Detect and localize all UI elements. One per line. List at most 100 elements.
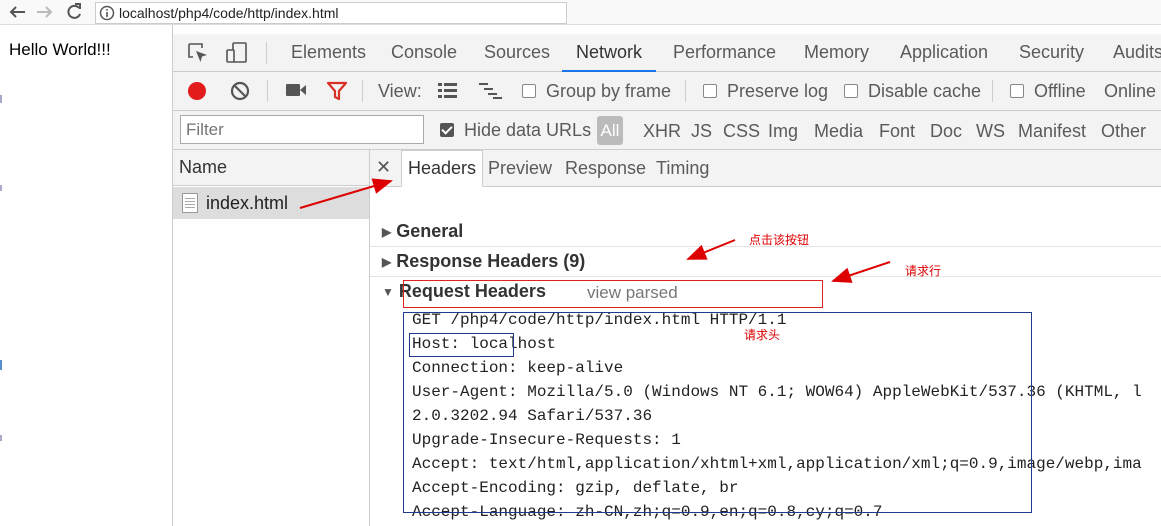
section-divider — [370, 276, 1161, 277]
connection-highlight — [409, 333, 514, 357]
filter-funnel-icon — [326, 81, 348, 101]
throttling-select[interactable]: Online — [1104, 79, 1156, 103]
tab-timing[interactable]: Timing — [656, 150, 709, 186]
name-column-header[interactable]: Name — [173, 150, 369, 186]
filter-type-img[interactable]: Img — [768, 119, 798, 143]
filter-type-font[interactable]: Font — [879, 119, 915, 143]
edge-marker — [0, 435, 2, 441]
tab-security[interactable]: Security — [1019, 34, 1084, 71]
hide-data-urls-label: Hide data URLs — [464, 119, 592, 140]
tab-separator — [266, 42, 267, 64]
waterfall-button[interactable] — [478, 81, 504, 101]
detail-tab-bar: ✕ Headers Preview Response Timing — [370, 150, 1161, 187]
forward-button[interactable] — [34, 2, 56, 22]
group-by-frame-toggle[interactable]: Group by frame — [522, 79, 671, 103]
filter-button[interactable] — [326, 80, 348, 102]
inspect-cursor-icon — [188, 42, 207, 62]
page-viewport: Hello World!!! — [0, 25, 173, 526]
toolbar-separator — [685, 80, 686, 102]
tab-console[interactable]: Console — [391, 34, 457, 71]
view-label: View: — [378, 80, 422, 101]
disable-cache-label: Disable cache — [868, 80, 982, 101]
request-name: index.html — [206, 192, 289, 213]
screenshot-button[interactable] — [285, 82, 307, 98]
address-bar[interactable]: localhost/php4/code/http/index.html — [95, 2, 567, 24]
tab-memory[interactable]: Memory — [804, 34, 869, 71]
request-list: Name index.html — [173, 150, 370, 526]
disable-cache-checkbox[interactable] — [844, 84, 858, 98]
annotation-request-header: 请求头 — [744, 328, 781, 342]
inspect-element-button[interactable] — [187, 34, 209, 71]
tab-performance[interactable]: Performance — [673, 34, 776, 71]
response-headers-toggle[interactable]: ▶ Response Headers (9) — [382, 251, 585, 272]
group-by-frame-label: Group by frame — [546, 80, 672, 101]
hide-data-urls-checkbox[interactable] — [440, 123, 454, 137]
filter-type-xhr[interactable]: XHR — [643, 119, 681, 143]
tab-sources[interactable]: Sources — [484, 34, 550, 71]
tab-response[interactable]: Response — [565, 150, 646, 186]
request-line-highlight — [403, 280, 823, 308]
device-mode-icon — [226, 41, 247, 63]
tab-elements[interactable]: Elements — [291, 34, 366, 71]
back-arrow-icon — [9, 6, 25, 18]
back-button[interactable] — [6, 2, 28, 22]
filter-bar: Hide data URLs All XHR JS CSS Img Media … — [173, 111, 1161, 150]
toolbar-separator — [267, 80, 268, 102]
reload-button[interactable] — [63, 2, 85, 22]
list-view-icon — [438, 83, 457, 98]
device-toolbar-button[interactable] — [225, 34, 249, 71]
tab-application[interactable]: Application — [900, 34, 988, 71]
large-rows-button[interactable] — [437, 81, 459, 101]
edge-marker — [0, 185, 2, 191]
toolbar-separator — [992, 80, 993, 102]
filter-type-media[interactable]: Media — [814, 119, 863, 143]
disable-cache-toggle[interactable]: Disable cache — [844, 79, 981, 103]
filter-type-all[interactable]: All — [597, 116, 623, 145]
group-by-frame-checkbox[interactable] — [522, 84, 536, 98]
filter-type-other[interactable]: Other — [1101, 119, 1146, 143]
filter-type-ws[interactable]: WS — [976, 119, 1005, 143]
network-toolbar: View: Group by frame Preserve log Disabl… — [173, 72, 1161, 111]
tab-network[interactable]: Network — [561, 34, 657, 72]
close-icon[interactable]: ✕ — [376, 157, 391, 178]
browser-toolbar: localhost/php4/code/http/index.html — [0, 0, 1161, 25]
preserve-log-toggle[interactable]: Preserve log — [703, 79, 828, 103]
collapsed-triangle-icon: ▶ — [382, 254, 392, 269]
hide-data-urls-toggle[interactable]: Hide data URLs — [440, 118, 591, 142]
reload-icon — [67, 3, 81, 19]
forward-arrow-icon — [37, 6, 53, 18]
preserve-log-checkbox[interactable] — [703, 84, 717, 98]
annotation-request-line: 请求行 — [905, 264, 942, 278]
record-button[interactable] — [187, 81, 207, 101]
document-icon — [182, 193, 198, 213]
toolbar-separator — [362, 80, 363, 102]
offline-toggle[interactable]: Offline — [1010, 79, 1086, 103]
offline-label: Offline — [1034, 80, 1086, 101]
request-row[interactable]: index.html — [173, 187, 369, 219]
devtools-tab-bar: Elements Console Sources Network Perform… — [173, 34, 1161, 72]
waterfall-icon — [479, 83, 502, 99]
collapsed-triangle-icon: ▶ — [382, 224, 392, 239]
url-text: localhost/php4/code/http/index.html — [119, 5, 339, 21]
page-hello-text: Hello World!!! — [9, 40, 111, 59]
edge-marker — [0, 95, 2, 103]
filter-input[interactable] — [180, 115, 424, 144]
video-camera-icon — [286, 84, 306, 96]
annotation-click-button: 点击该按钮 — [749, 233, 810, 247]
general-section-title: General — [396, 221, 464, 241]
filter-type-js[interactable]: JS — [691, 119, 712, 143]
filter-type-manifest[interactable]: Manifest — [1018, 119, 1086, 143]
clear-icon — [230, 81, 250, 101]
tab-headers[interactable]: Headers — [401, 150, 484, 187]
info-icon[interactable] — [99, 5, 115, 21]
preserve-log-label: Preserve log — [727, 80, 829, 101]
offline-checkbox[interactable] — [1010, 84, 1024, 98]
clear-button[interactable] — [230, 81, 250, 101]
response-headers-title: Response Headers (9) — [396, 251, 586, 271]
general-section-toggle[interactable]: ▶ General — [382, 221, 463, 242]
expanded-triangle-icon: ▼ — [382, 284, 394, 299]
filter-type-doc[interactable]: Doc — [930, 119, 962, 143]
filter-type-css[interactable]: CSS — [723, 119, 760, 143]
tab-preview[interactable]: Preview — [488, 150, 552, 186]
tab-audits[interactable]: Audits — [1113, 34, 1161, 71]
